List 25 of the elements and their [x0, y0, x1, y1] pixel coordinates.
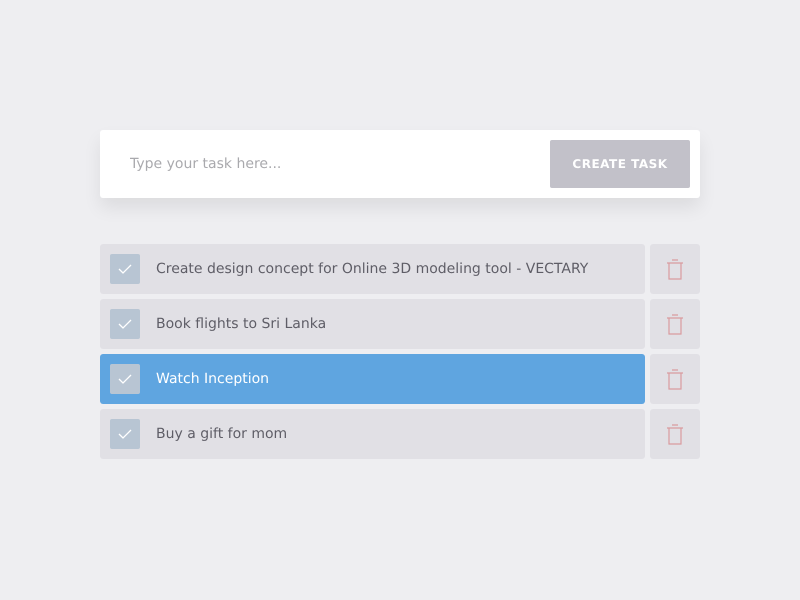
- checkbox[interactable]: [110, 364, 140, 394]
- task-item[interactable]: Watch Inception: [100, 354, 645, 404]
- task-title: Create design concept for Online 3D modeling tool - VECTARY: [156, 261, 588, 277]
- trash-icon: [666, 424, 684, 444]
- delete-button[interactable]: [650, 354, 700, 404]
- trash-icon: [666, 258, 684, 280]
- checkmark-icon: [118, 319, 132, 329]
- trash-icon: [666, 314, 684, 334]
- task-title: Book flights to Sri Lanka: [156, 316, 326, 332]
- checkbox[interactable]: [110, 309, 140, 339]
- delete-button[interactable]: [650, 244, 700, 294]
- task-title: Buy a gift for mom: [156, 426, 288, 442]
- task-item[interactable]: Book flights to Sri Lanka: [100, 299, 645, 349]
- delete-button[interactable]: [650, 409, 700, 459]
- checkbox[interactable]: [110, 254, 140, 284]
- checkmark-icon: [118, 264, 132, 274]
- checkmark-icon: [118, 374, 132, 384]
- checkmark-icon: [118, 429, 132, 439]
- task-item[interactable]: Buy a gift for mom: [100, 409, 645, 459]
- checkbox[interactable]: [110, 419, 140, 449]
- trash-icon: [666, 368, 684, 390]
- delete-button[interactable]: [650, 299, 700, 349]
- task-title: Watch Inception: [156, 371, 270, 387]
- task-input-field[interactable]: Type your task here...: [128, 155, 550, 173]
- task-item[interactable]: Create design concept for Online 3D modeling tool - VECTARY: [100, 244, 645, 294]
